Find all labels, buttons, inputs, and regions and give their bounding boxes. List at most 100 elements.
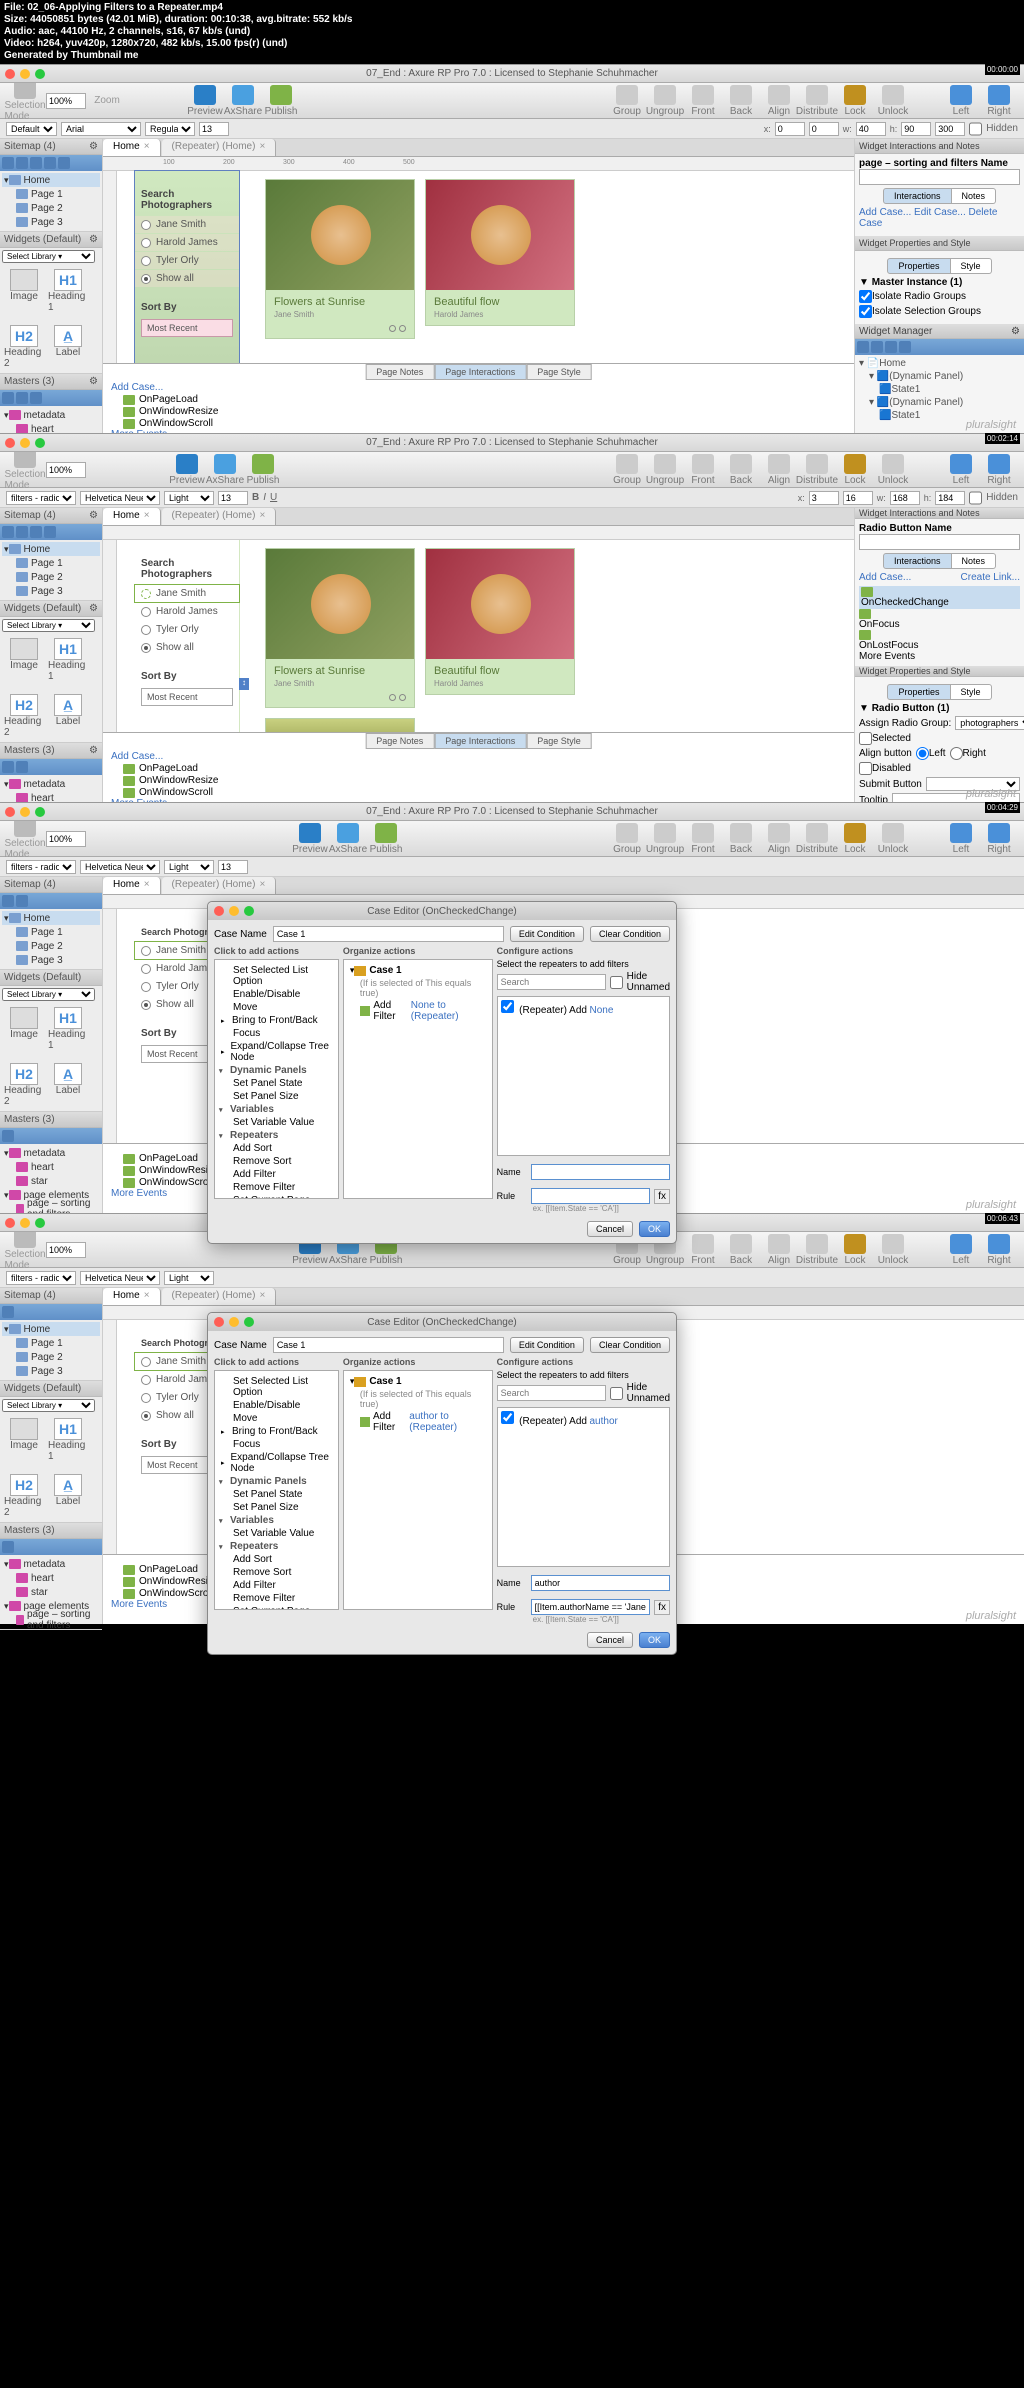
align-right-radio[interactable]	[950, 747, 963, 760]
iso-sel-check[interactable]	[859, 305, 872, 318]
tab-style[interactable]: Style	[951, 258, 992, 274]
event-onchecked[interactable]: OnCheckedChange	[859, 586, 1020, 609]
search-repeaters-input[interactable]	[497, 974, 606, 990]
canvas[interactable]: 100200300400500 Search Photographers Jan…	[103, 157, 854, 363]
library-select[interactable]: Select Library ▾	[2, 250, 95, 263]
hide-unnamed-check[interactable]	[610, 976, 623, 989]
wm-home[interactable]: ▾ 📄 Home	[859, 357, 1020, 370]
radio-harold[interactable]: Harold James	[135, 234, 239, 251]
card-2[interactable]: Beautiful flowHarold James	[425, 179, 575, 326]
card-1[interactable]: Flowers at SunriseJane Smith	[265, 179, 415, 339]
zoom-input[interactable]: 100%	[46, 93, 86, 109]
edit-condition-button-2[interactable]: Edit Condition	[510, 1337, 584, 1353]
case-links[interactable]: Add Case... Edit Case... Delete Case	[859, 207, 1020, 229]
fx-button[interactable]: fx	[654, 1189, 670, 1204]
widget-h2[interactable]: H2Heading 2	[4, 325, 44, 369]
sitemap-page2[interactable]: Page 2	[14, 201, 100, 215]
casename-input-2[interactable]	[273, 1337, 504, 1353]
radio-jane[interactable]: Jane Smith	[135, 216, 239, 233]
selected-check[interactable]	[859, 732, 872, 745]
tab-properties[interactable]: Properties	[887, 258, 950, 274]
radio-group-select[interactable]: photographers	[955, 716, 1024, 730]
disabled-check[interactable]	[859, 762, 872, 775]
sitemap-home[interactable]: ▾ Home	[2, 173, 100, 187]
unlock-button[interactable]: Unlock	[874, 85, 912, 117]
organize-tree[interactable]: ▾ Case 1 (If is selected of This equals …	[343, 959, 493, 1199]
clear-condition-button-2[interactable]: Clear Condition	[590, 1337, 670, 1353]
ok-button[interactable]: OK	[639, 1221, 670, 1237]
r-input[interactable]	[935, 122, 965, 136]
right-button[interactable]: Right	[980, 85, 1018, 117]
fontsize-input[interactable]	[199, 122, 229, 136]
sitemap-home-2[interactable]: ▾ Home	[2, 542, 100, 556]
group-button[interactable]: Group	[608, 85, 646, 117]
casename-input[interactable]	[273, 926, 504, 942]
lock-button[interactable]: Lock	[836, 85, 874, 117]
tab-notes[interactable]: Notes	[952, 188, 997, 204]
search-repeaters-input-2[interactable]	[497, 1385, 606, 1401]
maximize-icon[interactable]	[35, 69, 45, 79]
tab-home-2[interactable]: Home×	[103, 508, 161, 525]
ungroup-button[interactable]: Ungroup	[646, 85, 684, 117]
sortby-select[interactable]: Most Recent	[141, 319, 233, 337]
weight-select[interactable]: Regular	[145, 122, 195, 136]
tab-interactions[interactable]: Interactions	[883, 188, 952, 204]
radio-tyler[interactable]: Tyler Orly	[135, 252, 239, 269]
wm-dp2[interactable]: ▾ 🟦 (Dynamic Panel)	[859, 396, 1020, 409]
filter-rule-input-2[interactable]	[531, 1599, 651, 1615]
cancel-button-2[interactable]: Cancel	[587, 1632, 633, 1648]
wm-state1[interactable]: 🟦 State1	[859, 383, 1020, 396]
add-case-link[interactable]: Add Case...	[111, 382, 846, 393]
edit-condition-button[interactable]: Edit Condition	[510, 926, 584, 942]
align-button[interactable]: Align	[760, 85, 798, 117]
distribute-button[interactable]: Distribute	[798, 85, 836, 117]
font-select[interactable]: Arial	[61, 122, 141, 136]
w-input[interactable]	[856, 122, 886, 136]
clear-condition-button[interactable]: Clear Condition	[590, 926, 670, 942]
widget-label[interactable]: A̲Label	[48, 325, 88, 369]
align-left-radio[interactable]	[916, 747, 929, 760]
minimize-icon[interactable]	[20, 69, 30, 79]
repeater-tree[interactable]: (Repeater) Add None	[497, 996, 670, 1156]
filter-name-input[interactable]	[531, 1164, 670, 1180]
radio-jane-selected[interactable]: Jane Smith	[135, 585, 239, 602]
filter-name-input-2[interactable]	[531, 1575, 670, 1591]
btab-interactions[interactable]: Page Interactions	[434, 364, 526, 380]
sitemap-page3[interactable]: Page 3	[14, 215, 100, 229]
x-input[interactable]	[775, 122, 805, 136]
close-icon[interactable]	[5, 69, 15, 79]
btab-style[interactable]: Page Style	[526, 364, 592, 380]
repeater-check[interactable]	[501, 1000, 514, 1013]
radio-name-input[interactable]	[859, 534, 1020, 550]
widget-name-input[interactable]	[859, 169, 1020, 185]
axshare-button[interactable]: AxShare	[224, 85, 262, 117]
btab-notes[interactable]: Page Notes	[365, 364, 434, 380]
fx-button-2[interactable]: fx	[654, 1600, 670, 1615]
shape-select[interactable]: Default	[6, 122, 57, 136]
resize-handle[interactable]: ↕	[239, 678, 249, 690]
widget-image[interactable]: Image	[4, 269, 44, 313]
preview-button[interactable]: Preview	[186, 85, 224, 117]
sitemap-page1[interactable]: Page 1	[14, 187, 100, 201]
master-metadata[interactable]: ▾ metadata	[2, 408, 100, 422]
filters-select[interactable]: filters - radio ▾	[6, 491, 76, 505]
front-button[interactable]: Front	[684, 85, 722, 117]
actions-list[interactable]: Set Selected List Option Enable/Disable …	[214, 959, 339, 1199]
sidebar-master-widget[interactable]: Search Photographers Jane Smith Harold J…	[135, 171, 239, 363]
radio-showall[interactable]: Show all	[135, 270, 239, 287]
back-button[interactable]: Back	[722, 85, 760, 117]
hide-unnamed-check-2[interactable]	[610, 1387, 623, 1400]
sitemap-tools[interactable]	[0, 155, 102, 171]
left-button[interactable]: Left	[942, 85, 980, 117]
tab-home[interactable]: Home×	[103, 139, 161, 156]
cancel-button[interactable]: Cancel	[587, 1221, 633, 1237]
h-input[interactable]	[901, 122, 931, 136]
selection-mode-button[interactable]: Selection Mode	[6, 79, 44, 122]
y-input[interactable]	[809, 122, 839, 136]
repeater-check-2[interactable]	[501, 1411, 514, 1424]
wm-dp1[interactable]: ▾ 🟦 (Dynamic Panel)	[859, 370, 1020, 383]
filter-rule-input[interactable]	[531, 1188, 651, 1204]
ok-button-2[interactable]: OK	[639, 1632, 670, 1648]
publish-button[interactable]: Publish	[262, 85, 300, 117]
hidden-checkbox[interactable]	[969, 122, 982, 136]
